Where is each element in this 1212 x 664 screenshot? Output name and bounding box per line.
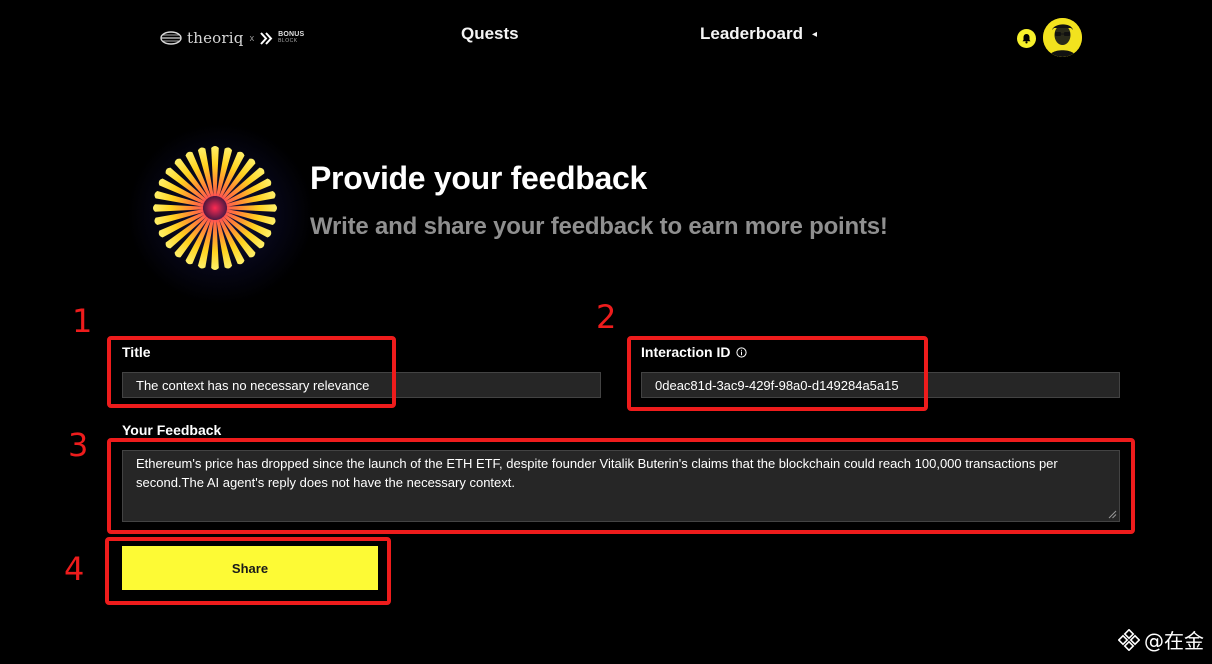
page-title: Provide your feedback	[310, 160, 647, 196]
annotation-number-4: 4	[64, 550, 85, 588]
logo-partner-line2: BLOCK	[278, 38, 298, 44]
nav-leaderboard-link[interactable]: Leaderboard ◂	[700, 24, 817, 44]
annotation-number-1: 1	[72, 302, 93, 340]
logo-separator: x	[249, 33, 255, 43]
logo-brand-text: theoriq	[187, 29, 244, 47]
theoriq-logo-icon	[160, 31, 182, 45]
logo-partner-text: BONUS BLOCK	[278, 31, 304, 44]
user-avatar[interactable]	[1043, 18, 1082, 57]
annotation-box-4	[105, 537, 391, 605]
notification-button[interactable]	[1017, 29, 1036, 48]
radial-burst-illustration	[153, 146, 277, 270]
watermark: @在金	[1118, 625, 1204, 654]
feedback-label: Your Feedback	[122, 422, 222, 438]
avatar-portrait-icon	[1043, 18, 1082, 57]
annotation-box-1	[107, 336, 396, 408]
brand-logo[interactable]: theoriq x BONUS BLOCK	[160, 28, 304, 48]
annotation-box-3	[107, 438, 1135, 534]
page-subtitle: Write and share your feedback to earn mo…	[310, 213, 888, 240]
annotation-number-3: 3	[68, 426, 89, 464]
caret-left-icon: ◂	[811, 28, 818, 40]
annotation-box-2	[627, 336, 928, 411]
nav-quests-link[interactable]: Quests	[461, 24, 519, 44]
bonus-block-icon	[260, 31, 273, 45]
feedback-page: theoriq x BONUS BLOCK Quests Leaderboard…	[0, 0, 1212, 664]
binance-logo-icon	[1118, 628, 1140, 651]
burst-core	[199, 192, 231, 224]
annotation-number-2: 2	[596, 298, 617, 336]
bell-icon	[1022, 34, 1031, 44]
nav-leaderboard-label: Leaderboard	[700, 24, 803, 43]
watermark-text: @在金	[1144, 629, 1204, 653]
